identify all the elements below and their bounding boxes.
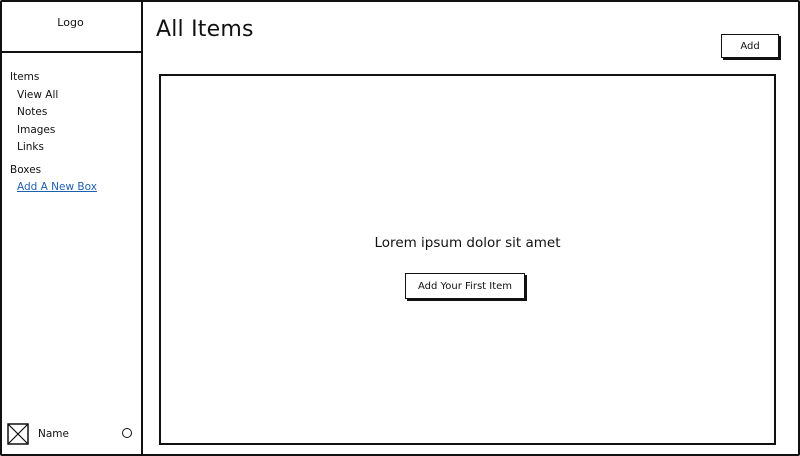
status-indicator-icon [122,428,132,438]
sidebar-section-boxes-heading: Boxes [10,163,42,176]
sidebar-nav: Items View All Notes Images Links Boxes … [10,69,97,197]
sidebar-item-images[interactable]: Images [10,122,97,140]
sidebar: Logo Items View All Notes Images Links B… [0,0,143,456]
content-panel: Lorem ipsum dolor sit amet Add Your Firs… [159,74,776,445]
add-first-item-button[interactable]: Add Your First Item [405,273,525,299]
sidebar-item-view-all[interactable]: View All [10,87,97,105]
sidebar-section-items-heading: Items [10,71,40,83]
empty-state-message: Lorem ipsum dolor sit amet [374,235,561,251]
avatar-placeholder-icon [7,423,29,445]
user-profile[interactable]: Name [7,423,135,445]
add-button[interactable]: Add [721,34,779,58]
sidebar-item-notes[interactable]: Notes [10,104,97,122]
user-name: Name [38,428,69,440]
logo: Logo [0,0,141,53]
sidebar-item-links[interactable]: Links [10,139,97,157]
page-title: All Items [156,17,254,42]
add-new-box-link[interactable]: Add A New Box [10,179,97,197]
